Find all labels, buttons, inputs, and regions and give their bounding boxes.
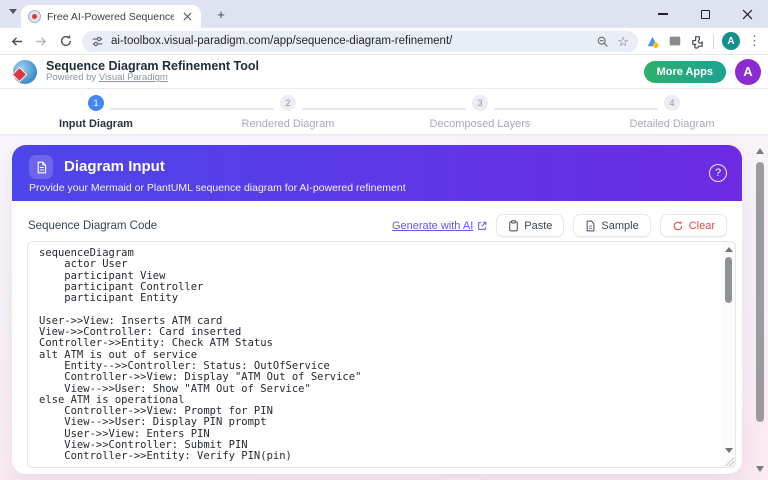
document-icon — [29, 155, 53, 179]
step-label: Input Diagram — [59, 118, 133, 130]
toolbar-extensions: A ⋮ — [645, 32, 761, 50]
textarea-resize-grip[interactable] — [725, 457, 734, 466]
generate-with-ai-link[interactable]: Generate with AI — [392, 220, 487, 232]
browser-profile-avatar[interactable]: A — [722, 32, 740, 50]
page-scrollbar-thumb[interactable] — [756, 162, 764, 422]
browser-toolbar: ai-toolbox.visual-paradigm.com/app/seque… — [0, 28, 768, 55]
address-bar[interactable]: ai-toolbox.visual-paradigm.com/app/seque… — [82, 30, 638, 52]
sidepanel-extension-icon[interactable] — [668, 34, 682, 48]
scroll-up-icon[interactable] — [725, 247, 733, 252]
sample-label: Sample — [601, 219, 639, 232]
clear-refresh-icon — [673, 220, 683, 230]
external-link-icon — [478, 221, 487, 230]
zoom-out-icon[interactable] — [596, 35, 609, 48]
progress-stepper: 1 Input Diagram 2 Rendered Diagram 3 Dec… — [0, 89, 768, 134]
user-avatar[interactable]: A — [735, 58, 761, 85]
back-icon[interactable] — [7, 32, 25, 50]
more-apps-button[interactable]: More Apps — [643, 60, 726, 83]
page-scroll-down-icon[interactable] — [756, 466, 764, 472]
powered-by-text: Powered by Visual Paradigm — [46, 72, 259, 84]
stepper-step-detailed-diagram[interactable]: 4 Detailed Diagram — [576, 95, 768, 134]
tab-title: Free AI-Powered Sequence Dia — [47, 10, 174, 23]
new-tab-button[interactable]: + — [213, 6, 229, 22]
clear-button[interactable]: Clear — [659, 214, 727, 237]
bookmark-star-icon[interactable]: ☆ — [617, 35, 629, 48]
clipboard-icon — [509, 219, 519, 231]
site-favicon-icon — [28, 10, 41, 23]
browser-menu-icon[interactable]: ⋮ — [748, 33, 761, 49]
browser-tab[interactable]: Free AI-Powered Sequence Dia — [21, 5, 201, 28]
step-label: Detailed Diagram — [629, 118, 715, 130]
stepper-step-decomposed-layers[interactable]: 3 Decomposed Layers — [384, 95, 576, 134]
stepper-step-input-diagram[interactable]: 1 Input Diagram — [0, 95, 192, 134]
editor-scrollbar-thumb[interactable] — [725, 257, 732, 303]
maximize-button[interactable] — [684, 0, 726, 28]
site-settings-icon[interactable] — [91, 35, 104, 48]
step-label: Decomposed Layers — [429, 118, 531, 130]
code-toolbar: Sequence Diagram Code Generate with AI P… — [12, 201, 742, 237]
refresh-icon[interactable] — [57, 32, 75, 50]
tab-strip: Free AI-Powered Sequence Dia + — [0, 0, 768, 28]
step-number-badge: 3 — [472, 95, 488, 111]
scroll-down-icon[interactable] — [725, 448, 733, 453]
extensions-puzzle-icon[interactable] — [690, 34, 705, 49]
visual-paradigm-logo-icon — [11, 59, 37, 84]
sample-doc-icon — [587, 220, 595, 231]
step-number-badge: 2 — [280, 95, 296, 111]
code-section-label: Sequence Diagram Code — [28, 219, 158, 232]
paste-label: Paste — [524, 219, 553, 232]
close-window-button[interactable] — [726, 0, 768, 28]
diagram-input-card: Diagram Input Provide your Mermaid or Pl… — [12, 145, 742, 474]
tab-search-icon[interactable] — [9, 9, 17, 14]
page-scrollbar[interactable] — [754, 142, 766, 480]
panel-subtitle: Provide your Mermaid or PlantUML sequenc… — [29, 182, 406, 194]
step-number-badge: 4 — [664, 95, 680, 111]
paste-button[interactable]: Paste — [496, 214, 565, 237]
powered-by-prefix: Powered by — [46, 72, 99, 84]
browser-window: Free AI-Powered Sequence Dia + — [0, 0, 768, 480]
app-header: Sequence Diagram Refinement Tool Powered… — [0, 55, 768, 89]
tab-close-icon[interactable] — [180, 10, 194, 24]
generate-with-ai-label: Generate with AI — [391, 219, 474, 232]
step-number-badge: 1 — [88, 95, 104, 111]
minimize-button[interactable] — [642, 0, 684, 28]
clear-label: Clear — [688, 219, 715, 232]
panel-title: Diagram Input — [64, 158, 165, 175]
url-text[interactable]: ai-toolbox.visual-paradigm.com/app/seque… — [111, 35, 589, 47]
diagram-input-header: Diagram Input Provide your Mermaid or Pl… — [12, 145, 742, 201]
stepper-step-rendered-diagram[interactable]: 2 Rendered Diagram — [192, 95, 384, 134]
editor-scrollbar[interactable] — [722, 242, 735, 467]
page-content: Diagram Input Provide your Mermaid or Pl… — [0, 134, 768, 480]
sequence-code-input[interactable]: sequenceDiagram actor User participant V… — [27, 241, 736, 468]
page-title: Sequence Diagram Refinement Tool — [46, 58, 260, 73]
code-editor-wrap: sequenceDiagram actor User participant V… — [27, 241, 736, 468]
visual-paradigm-link[interactable]: Visual Paradigm — [99, 72, 168, 83]
window-controls — [642, 0, 768, 28]
toolbar-divider — [713, 33, 714, 49]
app-title-block: Sequence Diagram Refinement Tool Powered… — [46, 59, 259, 84]
sample-button[interactable]: Sample — [573, 214, 651, 237]
page-scroll-up-icon[interactable] — [756, 148, 764, 154]
forward-icon[interactable] — [32, 32, 50, 50]
step-label: Rendered Diagram — [241, 118, 335, 130]
drive-extension-icon[interactable] — [645, 34, 660, 49]
help-icon[interactable]: ? — [709, 164, 727, 182]
